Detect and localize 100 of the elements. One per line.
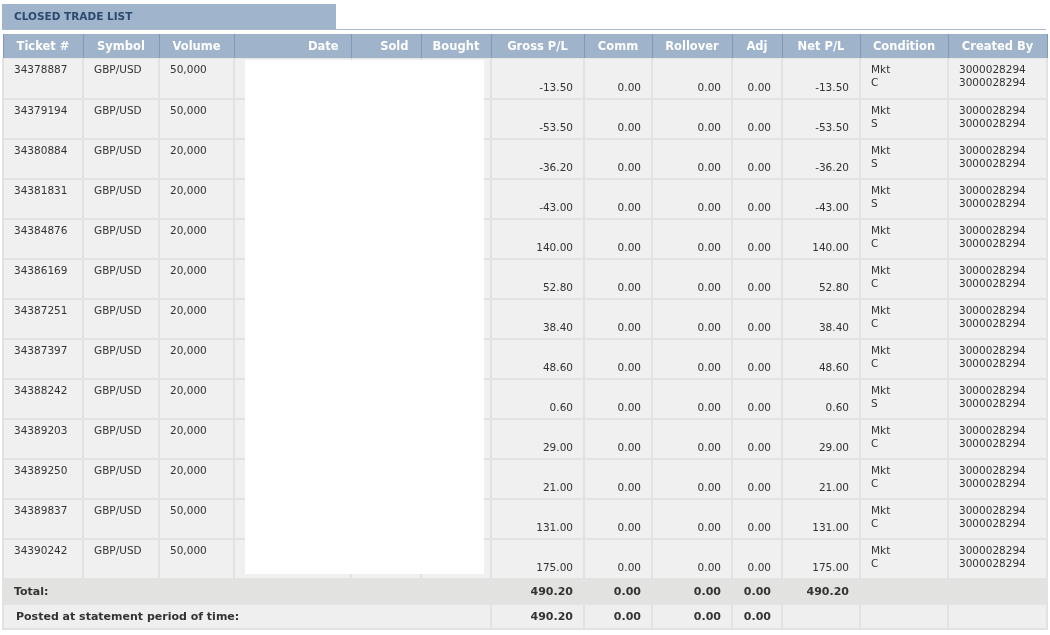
table-cell: 131.00: [491, 498, 584, 539]
table-cell: 0.00: [732, 538, 782, 579]
table-cell: 0.00: [652, 418, 732, 459]
table-cell: 0.00: [652, 603, 732, 629]
table-cell: GBP/USD: [83, 138, 159, 179]
table-cell: 20,000: [159, 418, 234, 459]
table-cell: 3000028294 3000028294: [948, 378, 1047, 419]
table-cell: 0.00: [732, 298, 782, 339]
table-cell: 34384876: [3, 218, 83, 259]
table-cell: 34387251: [3, 298, 83, 339]
table-cell: Mkt C: [860, 538, 948, 579]
summary-label: Total:: [3, 578, 491, 604]
column-header[interactable]: Bought: [421, 34, 491, 59]
table-cell: 0.00: [732, 458, 782, 499]
column-header[interactable]: Condition: [860, 34, 948, 59]
column-header[interactable]: Volume: [159, 34, 234, 59]
column-header[interactable]: Net P/L: [782, 34, 860, 59]
table-cell: -53.50: [782, 98, 860, 139]
table-cell: 20,000: [159, 378, 234, 419]
column-header[interactable]: Ticket #: [3, 34, 83, 59]
table-cell: 34389250: [3, 458, 83, 499]
table-cell: 20,000: [159, 218, 234, 259]
table-cell: 52.80: [491, 258, 584, 299]
column-header[interactable]: Symbol: [83, 34, 159, 59]
table-cell: 0.00: [732, 178, 782, 219]
table-cell: 490.20: [491, 603, 584, 629]
table-cell: Mkt C: [860, 258, 948, 299]
table-cell: 20,000: [159, 298, 234, 339]
table-cell: 50,000: [159, 498, 234, 539]
column-header[interactable]: Rollover: [652, 34, 732, 59]
table-cell: 34381831: [3, 178, 83, 219]
table-cell: 0.00: [652, 98, 732, 139]
table-cell: 34387397: [3, 338, 83, 379]
column-header[interactable]: Comm: [584, 34, 652, 59]
table-cell: 0.00: [652, 538, 732, 579]
table-cell: -53.50: [491, 98, 584, 139]
table-cell: 0.00: [584, 258, 652, 299]
table-cell: Mkt C: [860, 498, 948, 539]
table-cell: GBP/USD: [83, 98, 159, 139]
table-cell: GBP/USD: [83, 458, 159, 499]
table-cell: 34386169: [3, 258, 83, 299]
table-cell: 34379194: [3, 98, 83, 139]
table-cell: 34389837: [3, 498, 83, 539]
summary-label: Posted at statement period of time:: [3, 603, 491, 629]
table-cell: 0.00: [584, 298, 652, 339]
table-cell: 0.00: [732, 338, 782, 379]
table-cell: 0.60: [491, 378, 584, 419]
table-cell: 0.00: [732, 218, 782, 259]
table-cell: 38.40: [782, 298, 860, 339]
table-cell: 3000028294 3000028294: [948, 178, 1047, 219]
table-cell: 0.00: [652, 258, 732, 299]
table-cell: 50,000: [159, 58, 234, 99]
table-cell: 3000028294 3000028294: [948, 138, 1047, 179]
table-cell: GBP/USD: [83, 178, 159, 219]
table-cell: 29.00: [491, 418, 584, 459]
table-cell: Mkt C: [860, 298, 948, 339]
table-cell: 0.00: [584, 98, 652, 139]
column-header[interactable]: Adj: [732, 34, 782, 59]
table-cell: 50,000: [159, 538, 234, 579]
table-cell: 0.00: [732, 418, 782, 459]
table-cell: 0.00: [732, 258, 782, 299]
table-cell: 48.60: [782, 338, 860, 379]
table-cell: 0.00: [652, 58, 732, 99]
section-title: CLOSED TRADE LIST: [2, 4, 336, 29]
table-cell: 3000028294 3000028294: [948, 258, 1047, 299]
table-cell: 140.00: [491, 218, 584, 259]
table-cell: -43.00: [491, 178, 584, 219]
table-cell: 0.00: [652, 578, 732, 604]
table-cell: GBP/USD: [83, 538, 159, 579]
table-cell: 3000028294 3000028294: [948, 98, 1047, 139]
column-header[interactable]: Gross P/L: [491, 34, 584, 59]
table-cell: 0.00: [732, 498, 782, 539]
table-cell: 3000028294 3000028294: [948, 218, 1047, 259]
table-cell: GBP/USD: [83, 418, 159, 459]
column-header[interactable]: Created By: [948, 34, 1047, 59]
table-cell: 490.20: [491, 578, 584, 604]
table-cell: GBP/USD: [83, 378, 159, 419]
table-cell: -36.20: [782, 138, 860, 179]
table-cell: 0.00: [584, 378, 652, 419]
table-cell: 34389203: [3, 418, 83, 459]
table-cell: 21.00: [491, 458, 584, 499]
table-cell: 21.00: [782, 458, 860, 499]
table-cell: 3000028294 3000028294: [948, 298, 1047, 339]
table-cell: Mkt C: [860, 338, 948, 379]
column-header[interactable]: Date: [234, 34, 351, 59]
table-cell: 0.00: [732, 98, 782, 139]
table-cell: 3000028294 3000028294: [948, 538, 1047, 579]
table-cell: 0.00: [584, 538, 652, 579]
table-cell: Mkt S: [860, 378, 948, 419]
table-cell: 490.20: [782, 578, 860, 604]
table-cell: 0.00: [732, 378, 782, 419]
table-cell: 175.00: [782, 538, 860, 579]
table-cell: 50,000: [159, 98, 234, 139]
table-cell: Mkt S: [860, 98, 948, 139]
column-header[interactable]: Sold: [351, 34, 421, 59]
table-cell: 34390242: [3, 538, 83, 579]
table-cell: 0.00: [652, 218, 732, 259]
table-cell: 20,000: [159, 138, 234, 179]
table-cell: GBP/USD: [83, 218, 159, 259]
table-cell: Mkt C: [860, 58, 948, 99]
